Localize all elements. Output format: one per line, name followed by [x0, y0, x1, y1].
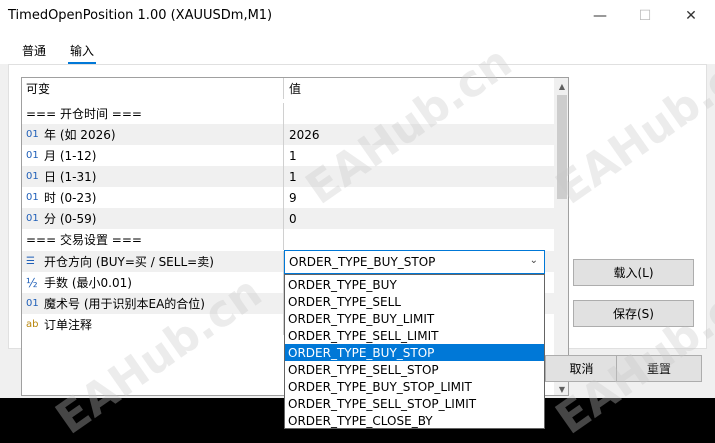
row-value[interactable]: 1 [285, 145, 554, 166]
row-value[interactable]: 2026 [285, 124, 554, 145]
scrollbar-thumb[interactable] [557, 95, 567, 199]
row-label: === 开仓时间 === [26, 107, 142, 121]
dropdown-option[interactable]: ORDER_TYPE_CLOSE_BY [285, 412, 544, 429]
dropdown-option[interactable]: ORDER_TYPE_SELL [285, 293, 544, 310]
order-type-select[interactable]: ORDER_TYPE_BUY_STOP ⌄ [284, 250, 545, 274]
row-label: 月 (1-12) [44, 149, 97, 163]
integer-icon: 01 [26, 150, 39, 161]
order-type-selected-value: ORDER_TYPE_BUY_STOP [289, 255, 436, 269]
dropdown-option[interactable]: ORDER_TYPE_BUY [285, 276, 544, 293]
row-name: 01 分 (0-59) [22, 208, 284, 229]
dropdown-option[interactable]: ORDER_TYPE_SELL_LIMIT [285, 327, 544, 344]
row-label: 手数 (最小0.01) [44, 276, 132, 290]
row-label: 年 (如 2026) [44, 128, 116, 142]
row-name: ½ 手数 (最小0.01) [22, 272, 284, 293]
tab-inputs[interactable]: 输入 [70, 42, 94, 59]
row-label: 开仓方向 (BUY=买 / SELL=卖) [44, 255, 214, 269]
row-value[interactable]: 0 [285, 208, 554, 229]
vertical-scrollbar[interactable]: ▲ ▼ [554, 78, 568, 395]
column-header-variable[interactable]: 可变 [22, 78, 284, 99]
close-icon[interactable]: ✕ [668, 0, 714, 32]
minimize-icon[interactable]: — [577, 0, 623, 32]
order-type-dropdown-list: ORDER_TYPE_BUY ORDER_TYPE_SELL ORDER_TYP… [284, 274, 545, 429]
row-label: 分 (0-59) [44, 212, 97, 226]
scroll-down-icon[interactable]: ▼ [554, 381, 568, 395]
row-name: 01 魔术号 (用于识别本EA的合位) [22, 293, 284, 314]
save-button[interactable]: 保存(S) [573, 300, 694, 327]
row-value[interactable]: 9 [285, 187, 554, 208]
row-label: 魔术号 (用于识别本EA的合位) [44, 297, 205, 311]
tab-bar: 普通 输入 [0, 32, 715, 64]
integer-icon: 01 [26, 171, 39, 182]
enum-icon: ☰ [26, 256, 35, 267]
maximize-icon: ☐ [638, 8, 652, 24]
cancel-button[interactable]: 取消 [545, 355, 618, 382]
row-label: 时 (0-23) [44, 191, 97, 205]
string-icon: ab [26, 319, 39, 330]
chevron-down-icon[interactable]: ⌄ [530, 255, 538, 266]
table-row[interactable]: 01 年 (如 2026) 2026 [22, 124, 554, 145]
integer-icon: 01 [26, 129, 39, 140]
table-row[interactable]: 01 时 (0-23) 9 [22, 187, 554, 208]
row-name: === 交易设置 === [22, 229, 284, 250]
window-title: TimedOpenPosition 1.00 (XAUUSDm,M1) [8, 8, 273, 23]
row-value[interactable] [285, 229, 554, 250]
table-row[interactable]: 01 月 (1-12) 1 [22, 145, 554, 166]
tab-common[interactable]: 普通 [22, 42, 46, 59]
row-name: ☰ 开仓方向 (BUY=买 / SELL=卖) [22, 251, 284, 272]
column-header-value[interactable]: 值 [285, 78, 554, 99]
load-button[interactable]: 载入(L) [573, 259, 694, 286]
table-row[interactable]: 01 日 (1-31) 1 [22, 166, 554, 187]
row-value[interactable]: 1 [285, 166, 554, 187]
row-name: 01 月 (1-12) [22, 145, 284, 166]
title-bar: TimedOpenPosition 1.00 (XAUUSDm,M1) — ☐ … [0, 0, 715, 32]
double-icon: ½ [26, 275, 38, 290]
row-name: ab 订单注释 [22, 314, 284, 335]
row-label: === 交易设置 === [26, 233, 142, 247]
row-name: 01 时 (0-23) [22, 187, 284, 208]
dropdown-option[interactable]: ORDER_TYPE_SELL_STOP_LIMIT [285, 395, 544, 412]
dropdown-option[interactable]: ORDER_TYPE_BUY_STOP_LIMIT [285, 378, 544, 395]
dropdown-option[interactable]: ORDER_TYPE_BUY_LIMIT [285, 310, 544, 327]
row-name: 01 年 (如 2026) [22, 124, 284, 145]
table-row: === 交易设置 === [22, 229, 554, 250]
table-row: === 开仓时间 === [22, 103, 554, 124]
row-value[interactable] [285, 103, 554, 124]
dropdown-option-selected[interactable]: ORDER_TYPE_BUY_STOP [285, 344, 544, 361]
row-label: 日 (1-31) [44, 170, 97, 184]
row-name: 01 日 (1-31) [22, 166, 284, 187]
integer-icon: 01 [26, 213, 39, 224]
table-row[interactable]: 01 分 (0-59) 0 [22, 208, 554, 229]
reset-button[interactable]: 重置 [616, 355, 702, 382]
row-label: 订单注释 [44, 318, 93, 332]
integer-icon: 01 [26, 192, 39, 203]
dropdown-option[interactable]: ORDER_TYPE_SELL_STOP [285, 361, 544, 378]
row-name: === 开仓时间 === [22, 103, 284, 124]
scroll-up-icon[interactable]: ▲ [554, 78, 568, 94]
grid-header: 可变 值 [22, 78, 554, 99]
integer-icon: 01 [26, 298, 39, 309]
